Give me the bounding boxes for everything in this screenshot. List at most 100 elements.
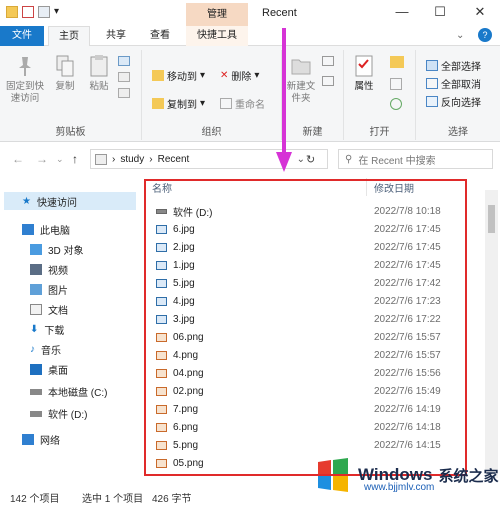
tab-file[interactable]: 文件 xyxy=(0,26,44,46)
nav-videos[interactable]: 视频 xyxy=(30,262,68,277)
item-count: 142 个项目 xyxy=(10,494,60,505)
refresh-icon[interactable]: ↻ xyxy=(306,153,315,166)
nav-music[interactable]: ♪ 音乐 xyxy=(30,342,61,357)
breadcrumb-study[interactable]: study xyxy=(120,154,144,165)
selected-size: 426 字节 xyxy=(152,494,192,505)
computer-icon xyxy=(95,153,107,165)
clipboard-label: 剪贴板 xyxy=(55,127,86,138)
manage-tab[interactable]: 管理 xyxy=(186,3,248,27)
file-name: 4.jpg xyxy=(173,295,195,307)
breadcrumb-recent[interactable]: Recent xyxy=(158,154,190,165)
file-row[interactable]: 04.png 2022/7/6 15:56 xyxy=(152,364,472,382)
history-icon[interactable] xyxy=(390,98,402,110)
recent-locations-icon[interactable]: ⌄ xyxy=(56,154,64,165)
help-icon[interactable]: ? xyxy=(478,28,492,42)
file-date: 2022/7/6 17:45 xyxy=(374,241,441,253)
checkbox-icon[interactable] xyxy=(22,6,34,18)
select-all-button[interactable]: 全部选择 xyxy=(426,58,481,73)
paste-button[interactable]: 粘贴 xyxy=(84,54,114,93)
nav-quick-access[interactable]: ★ 快速访问 xyxy=(4,192,136,210)
file-row[interactable]: 软件 (D:) 2022/7/8 10:18 xyxy=(152,202,472,220)
watermark-cn: 系统之家 xyxy=(438,467,499,485)
column-divider[interactable] xyxy=(366,178,367,196)
move-to-button[interactable]: 移动到 ▾ xyxy=(152,68,205,83)
file-row[interactable]: 5.jpg 2022/7/6 17:42 xyxy=(152,274,472,292)
file-row[interactable]: 3.jpg 2022/7/6 17:22 xyxy=(152,310,472,328)
open-icon[interactable] xyxy=(390,56,404,68)
nav-desktop[interactable]: 桌面 xyxy=(30,362,68,377)
nav-drive-c[interactable]: 本地磁盘 (C:) xyxy=(30,384,107,399)
close-button[interactable]: ✕ xyxy=(470,4,490,20)
column-header-name[interactable]: 名称 xyxy=(152,180,172,195)
file-row[interactable]: 6.png 2022/7/6 14:18 xyxy=(152,418,472,436)
tab-home[interactable]: 主页 xyxy=(48,26,90,46)
quick-access-toolbar: ▾ xyxy=(6,6,62,18)
forward-button[interactable]: → xyxy=(36,152,48,166)
windows-logo-icon xyxy=(318,458,348,492)
file-date: 2022/7/6 14:19 xyxy=(374,403,441,415)
delete-button[interactable]: ✕ 删除 ▾ xyxy=(220,68,259,83)
nav-drive-d[interactable]: 软件 (D:) xyxy=(30,406,87,421)
nav-this-pc[interactable]: 此电脑 xyxy=(22,222,70,237)
vertical-scrollbar[interactable] xyxy=(485,190,498,478)
copy-button[interactable]: 复制 xyxy=(50,54,80,93)
up-button[interactable]: ↑ xyxy=(72,152,78,166)
nav-network[interactable]: 网络 xyxy=(22,432,60,447)
tab-view[interactable]: 查看 xyxy=(144,26,176,46)
search-input[interactable]: ⚲ 在 Recent 中搜索 xyxy=(338,149,493,169)
cut-icon[interactable] xyxy=(118,56,130,66)
open-label: 打开 xyxy=(369,127,390,138)
minimize-button[interactable]: — xyxy=(392,4,412,19)
paste-icon xyxy=(90,55,108,77)
chevron-down-icon[interactable]: ⌄ xyxy=(297,154,305,165)
properties-button[interactable]: 属性 xyxy=(350,54,378,93)
file-name: 3.jpg xyxy=(173,313,195,325)
paste-shortcut-icon[interactable] xyxy=(118,88,130,98)
copy-path-icon[interactable] xyxy=(118,72,130,82)
file-row[interactable]: 5.png 2022/7/6 14:15 xyxy=(152,436,472,454)
nav-downloads[interactable]: ⬇ 下载 xyxy=(30,322,64,337)
cube-icon xyxy=(30,244,42,255)
file-row[interactable]: 6.jpg 2022/7/6 17:45 xyxy=(152,220,472,238)
file-row[interactable]: 02.png 2022/7/6 15:49 xyxy=(152,382,472,400)
file-row[interactable]: 06.png 2022/7/6 15:57 xyxy=(152,328,472,346)
file-row[interactable]: 4.jpg 2022/7/6 17:23 xyxy=(152,292,472,310)
file-row[interactable]: 4.png 2022/7/6 15:57 xyxy=(152,346,472,364)
file-date: 2022/7/6 17:45 xyxy=(374,223,441,235)
scrollbar-thumb[interactable] xyxy=(488,205,495,233)
file-name: 2.jpg xyxy=(173,241,195,253)
file-date: 2022/7/6 15:57 xyxy=(374,331,441,343)
file-date: 2022/7/6 17:42 xyxy=(374,277,441,289)
copy-to-button[interactable]: 复制到 ▾ xyxy=(152,96,205,111)
png-file-icon xyxy=(156,368,167,378)
tab-share[interactable]: 共享 xyxy=(100,26,132,46)
file-row[interactable]: 1.jpg 2022/7/6 17:45 xyxy=(152,256,472,274)
easy-access-icon[interactable] xyxy=(322,76,334,86)
address-bar[interactable]: › study › Recent ⌄ xyxy=(90,149,328,169)
tab-shortcut-tools[interactable]: 快捷工具 xyxy=(186,26,248,46)
clipboard-small-icons xyxy=(118,56,132,116)
nav-pictures[interactable]: 图片 xyxy=(30,282,68,297)
new-folder-icon[interactable] xyxy=(38,6,50,18)
column-header-date[interactable]: 修改日期 xyxy=(374,180,414,195)
customize-dropdown-icon[interactable]: ▾ xyxy=(54,6,62,18)
rename-button[interactable]: 重命名 xyxy=(220,96,265,111)
edit-icon[interactable] xyxy=(390,78,402,90)
file-date: 2022/7/6 17:22 xyxy=(374,313,441,325)
file-row[interactable]: 7.png 2022/7/6 14:19 xyxy=(152,400,472,418)
nav-3d-objects[interactable]: 3D 对象 xyxy=(30,242,84,257)
new-item-icon[interactable] xyxy=(322,56,334,66)
jpg-file-icon xyxy=(156,242,167,252)
invert-selection-button[interactable]: 反向选择 xyxy=(426,94,481,109)
select-none-button[interactable]: 全部取消 xyxy=(426,76,481,91)
chevron-down-icon[interactable]: ⌄ xyxy=(456,30,464,41)
maximize-button[interactable]: ☐ xyxy=(430,4,450,20)
file-name: 5.png xyxy=(173,439,199,451)
clipboard-group: 固定到快速访问 复制 粘贴 剪贴板 xyxy=(0,50,142,140)
pin-quick-access-button[interactable]: 固定到快速访问 xyxy=(4,54,46,105)
file-row[interactable]: 2.jpg 2022/7/6 17:45 xyxy=(152,238,472,256)
back-button[interactable]: ← xyxy=(12,152,24,166)
folder-icon[interactable] xyxy=(6,6,18,18)
nav-documents[interactable]: 文档 xyxy=(30,302,68,317)
arrow-annotation xyxy=(276,28,292,172)
